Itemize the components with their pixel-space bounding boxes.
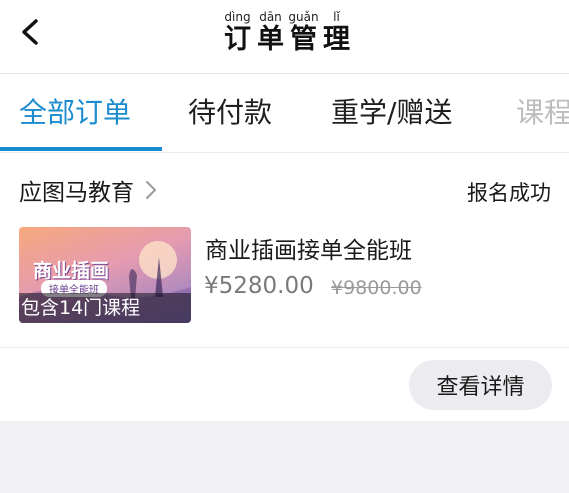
title-char: guǎn 管 bbox=[288, 10, 319, 56]
title-pinyin: lǐ bbox=[333, 10, 340, 24]
original-price: ¥9800.00 bbox=[331, 277, 422, 299]
divider bbox=[0, 347, 569, 348]
view-details-button[interactable]: 查看详情 bbox=[409, 360, 552, 410]
app-header: dìng 订 dān 单 guǎn 管 lǐ 理 bbox=[0, 0, 569, 74]
course-thumbnail[interactable]: 商业插画 接单全能班 包含14门课程 bbox=[19, 227, 191, 323]
title-char: dìng 订 bbox=[222, 10, 253, 56]
title-hanzi: 理 bbox=[323, 24, 350, 55]
order-card: 应图马教育 报名成功 商业插画 接单全能班 包含14门课程 商业插画接单全能班 … bbox=[0, 153, 569, 421]
course-title[interactable]: 商业插画接单全能班 bbox=[205, 231, 412, 265]
back-button[interactable] bbox=[14, 15, 48, 49]
chevron-right-icon bbox=[146, 181, 156, 199]
page-title: dìng 订 dān 单 guǎn 管 lǐ 理 bbox=[222, 10, 352, 56]
order-status: 报名成功 bbox=[467, 181, 551, 205]
tab-relearn-gift[interactable]: 重学/赠送 bbox=[331, 94, 452, 132]
title-hanzi: 单 bbox=[257, 24, 284, 55]
school-link[interactable]: 应图马教育 bbox=[19, 173, 158, 207]
tab-pending-payment[interactable]: 待付款 bbox=[188, 94, 272, 132]
title-pinyin: guǎn bbox=[288, 10, 319, 24]
order-tabs: 全部订单 待付款 重学/赠送 课程 bbox=[0, 74, 569, 153]
title-hanzi: 管 bbox=[290, 24, 317, 55]
tab-all-orders[interactable]: 全部订单 bbox=[19, 94, 131, 132]
active-tab-indicator bbox=[0, 147, 162, 151]
title-pinyin: dān bbox=[259, 10, 282, 24]
title-char: dān 单 bbox=[255, 10, 286, 56]
title-pinyin: dìng bbox=[224, 10, 251, 24]
thumbnail-caption: 包含14门课程 bbox=[21, 297, 141, 319]
chevron-left-icon bbox=[22, 19, 38, 45]
school-name: 应图马教育 bbox=[19, 180, 134, 206]
tab-courses[interactable]: 课程 bbox=[516, 94, 569, 132]
title-char: lǐ 理 bbox=[321, 10, 352, 56]
thumbnail-title: 商业插画 bbox=[33, 260, 110, 282]
course-price: ¥5280.00 bbox=[204, 273, 314, 299]
title-hanzi: 订 bbox=[224, 24, 251, 55]
